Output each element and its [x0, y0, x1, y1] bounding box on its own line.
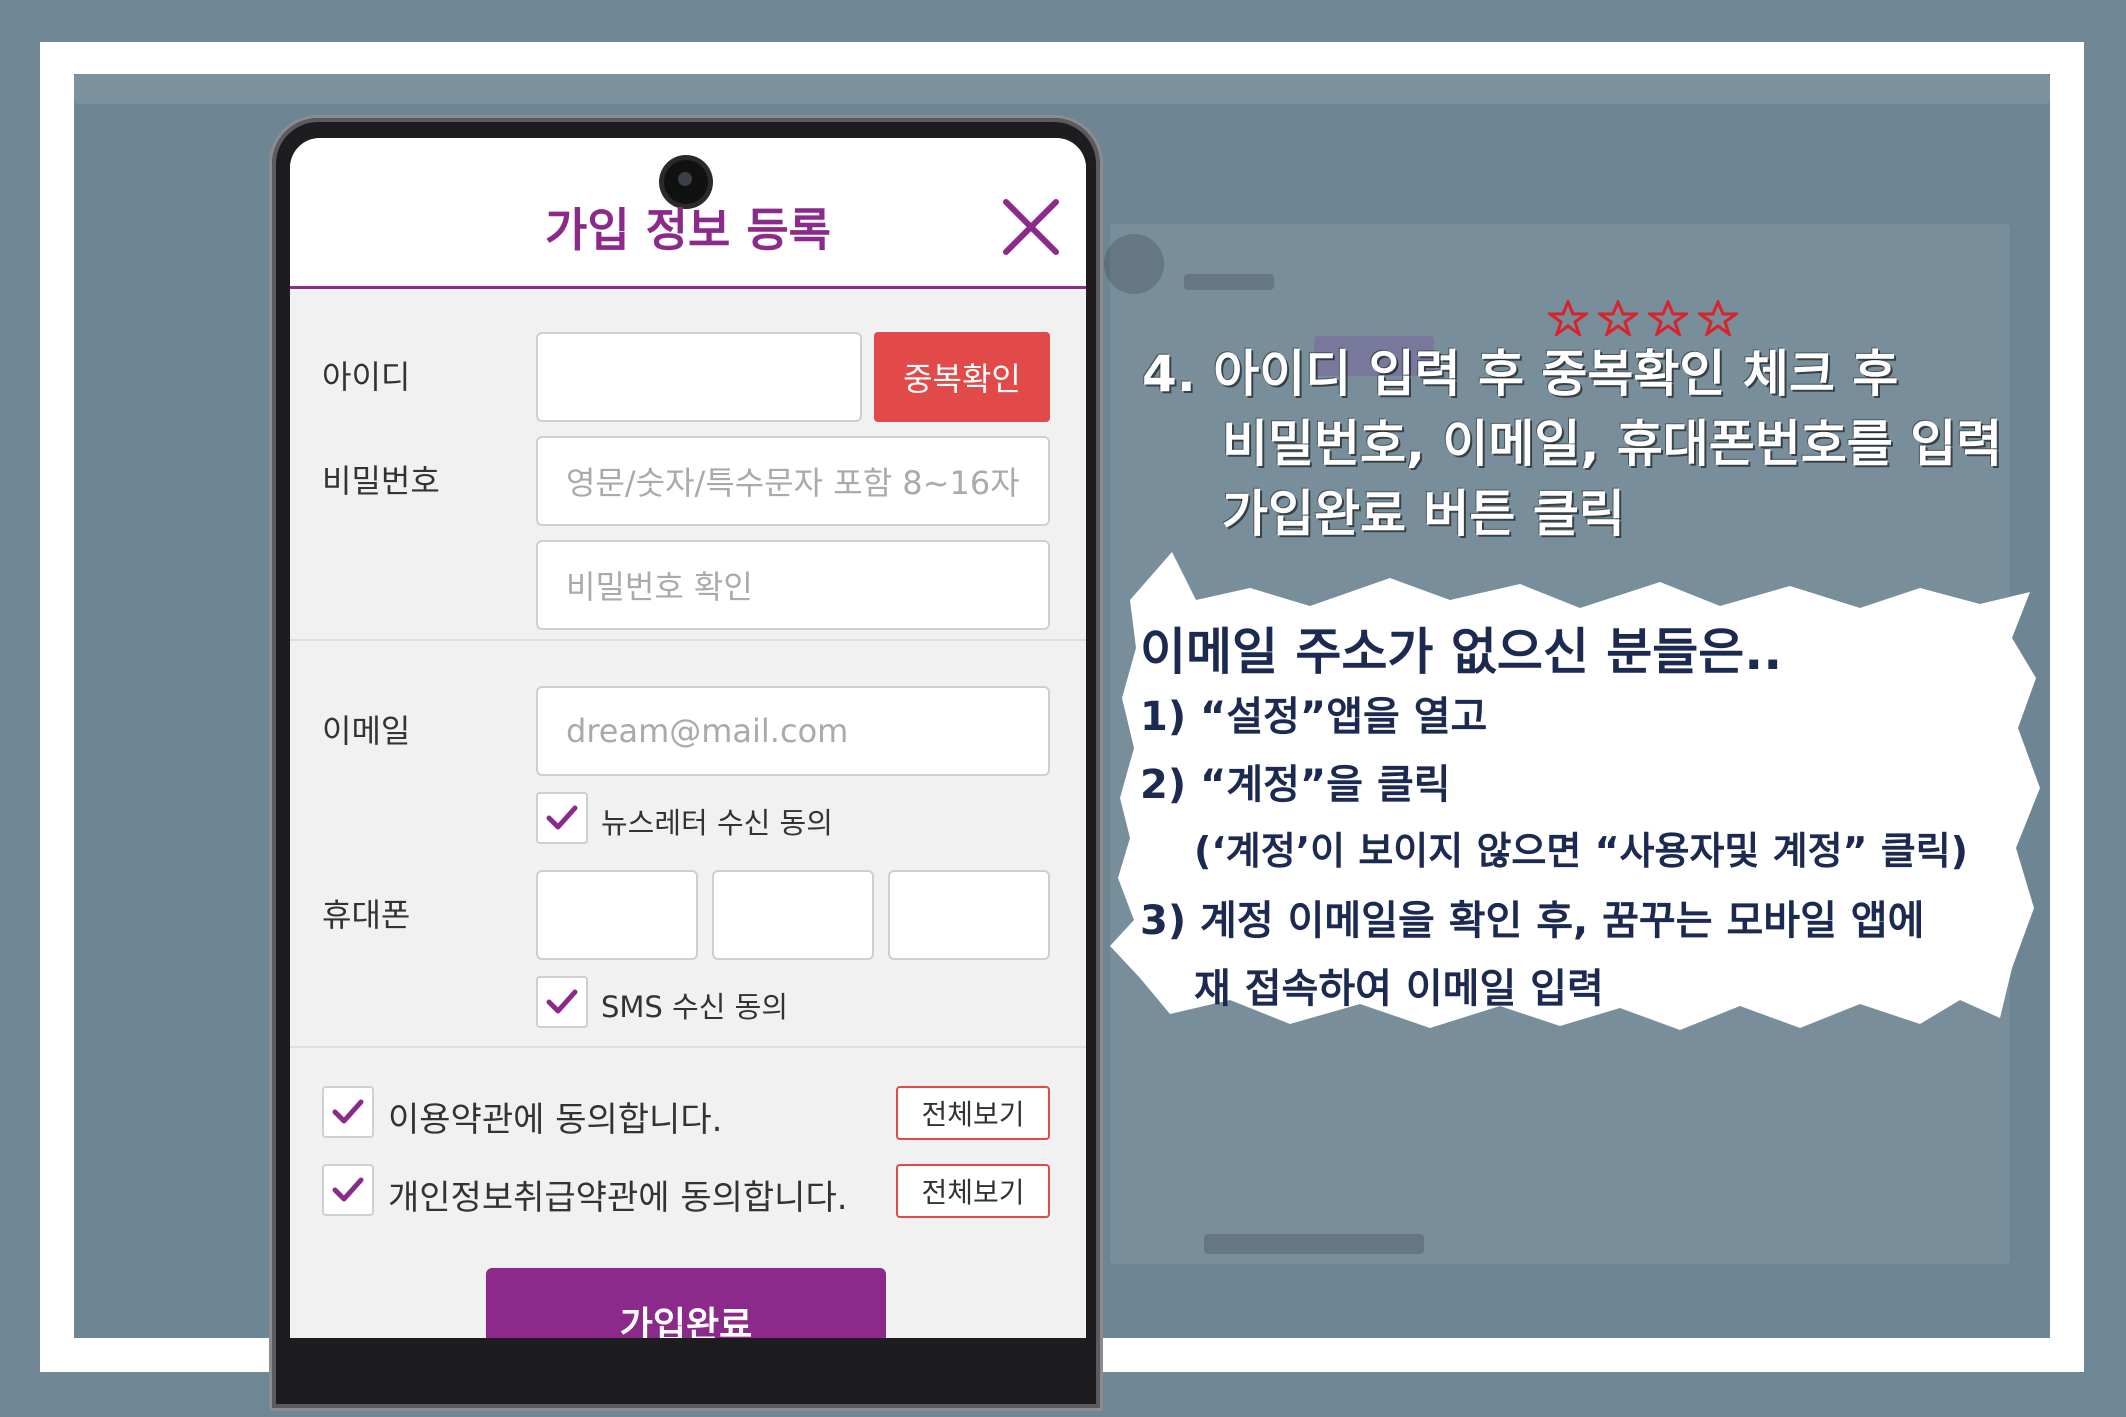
submit-button[interactable]: 가입완료: [486, 1268, 886, 1338]
divider: [290, 1046, 1086, 1048]
star-icon: [1648, 300, 1688, 336]
checkmark-icon: [332, 1099, 364, 1124]
phone-label: 휴대폰: [322, 896, 411, 934]
newsletter-label: 뉴스레터 수신 동의: [601, 806, 833, 840]
terms-view-all-button[interactable]: 전체보기: [896, 1086, 1050, 1140]
close-icon: [1003, 199, 1059, 255]
star-icon: [1698, 300, 1738, 336]
star-icon: [1548, 300, 1588, 336]
checkmark-icon: [332, 1177, 364, 1202]
checkmark-icon: [546, 989, 578, 1014]
email-label: 이메일: [322, 712, 411, 750]
step-text-line1: 4. 아이디 입력 후 중복확인 체크 후: [1142, 345, 1899, 403]
sms-label: SMS 수신 동의: [601, 990, 788, 1024]
duplicate-check-button[interactable]: 중복확인: [874, 332, 1050, 422]
password-label: 비밀번호: [322, 462, 440, 500]
step-text-line2: 비밀번호, 이메일, 휴대폰번호를 입력: [1222, 415, 2003, 473]
phone-input-1[interactable]: [536, 870, 698, 960]
page-title: 가입 정보 등록: [545, 203, 831, 257]
password-input[interactable]: 영문/숫자/특수문자 포함 8~16자: [536, 436, 1050, 526]
id-input[interactable]: [536, 332, 862, 422]
frame-top: [40, 42, 2084, 76]
terms-label: 이용약관에 동의합니다.: [388, 1100, 723, 1140]
frame-right: [2050, 42, 2084, 1372]
note-line-3: (‘계정’이 보이지 않으면 “사용자및 계정” 클릭): [1194, 829, 1969, 873]
privacy-view-all-button[interactable]: 전체보기: [896, 1164, 1050, 1218]
email-input[interactable]: dream@mail.com: [536, 686, 1050, 776]
form-header: 가입 정보 등록: [290, 138, 1086, 289]
privacy-checkbox[interactable]: [322, 1164, 374, 1216]
phone-input-3[interactable]: [888, 870, 1050, 960]
close-button[interactable]: [1002, 198, 1060, 256]
note-line-4: 3) 계정 이메일을 확인 후, 꿈꾸는 모바일 앱에: [1140, 898, 1925, 944]
note-line-1: 1) “설정”앱을 열고: [1140, 694, 1488, 740]
divider: [290, 639, 1086, 641]
privacy-label: 개인정보취급약관에 동의합니다.: [388, 1178, 848, 1218]
note-line-5: 재 접속하여 이메일 입력: [1194, 966, 1604, 1012]
password-confirm-input[interactable]: 비밀번호 확인: [536, 540, 1050, 630]
note-line-2: 2) “계정”을 클릭: [1140, 762, 1451, 808]
id-label: 아이디: [322, 358, 411, 396]
newsletter-checkbox[interactable]: [536, 792, 588, 844]
step-text-line3: 가입완료 버튼 클릭: [1222, 485, 1625, 543]
checkmark-icon: [546, 805, 578, 830]
sms-checkbox[interactable]: [536, 976, 588, 1028]
signup-screen: 가입 정보 등록 아이디 중복확인 비밀번호 영문/숫자/특수문자 포함 8~1…: [290, 138, 1086, 1338]
note-title: 이메일 주소가 없으신 분들은..: [1140, 623, 1783, 681]
star-icon: [1598, 300, 1638, 336]
frame-left: [40, 42, 74, 1372]
terms-checkbox[interactable]: [322, 1086, 374, 1138]
phone-input-2[interactable]: [712, 870, 874, 960]
